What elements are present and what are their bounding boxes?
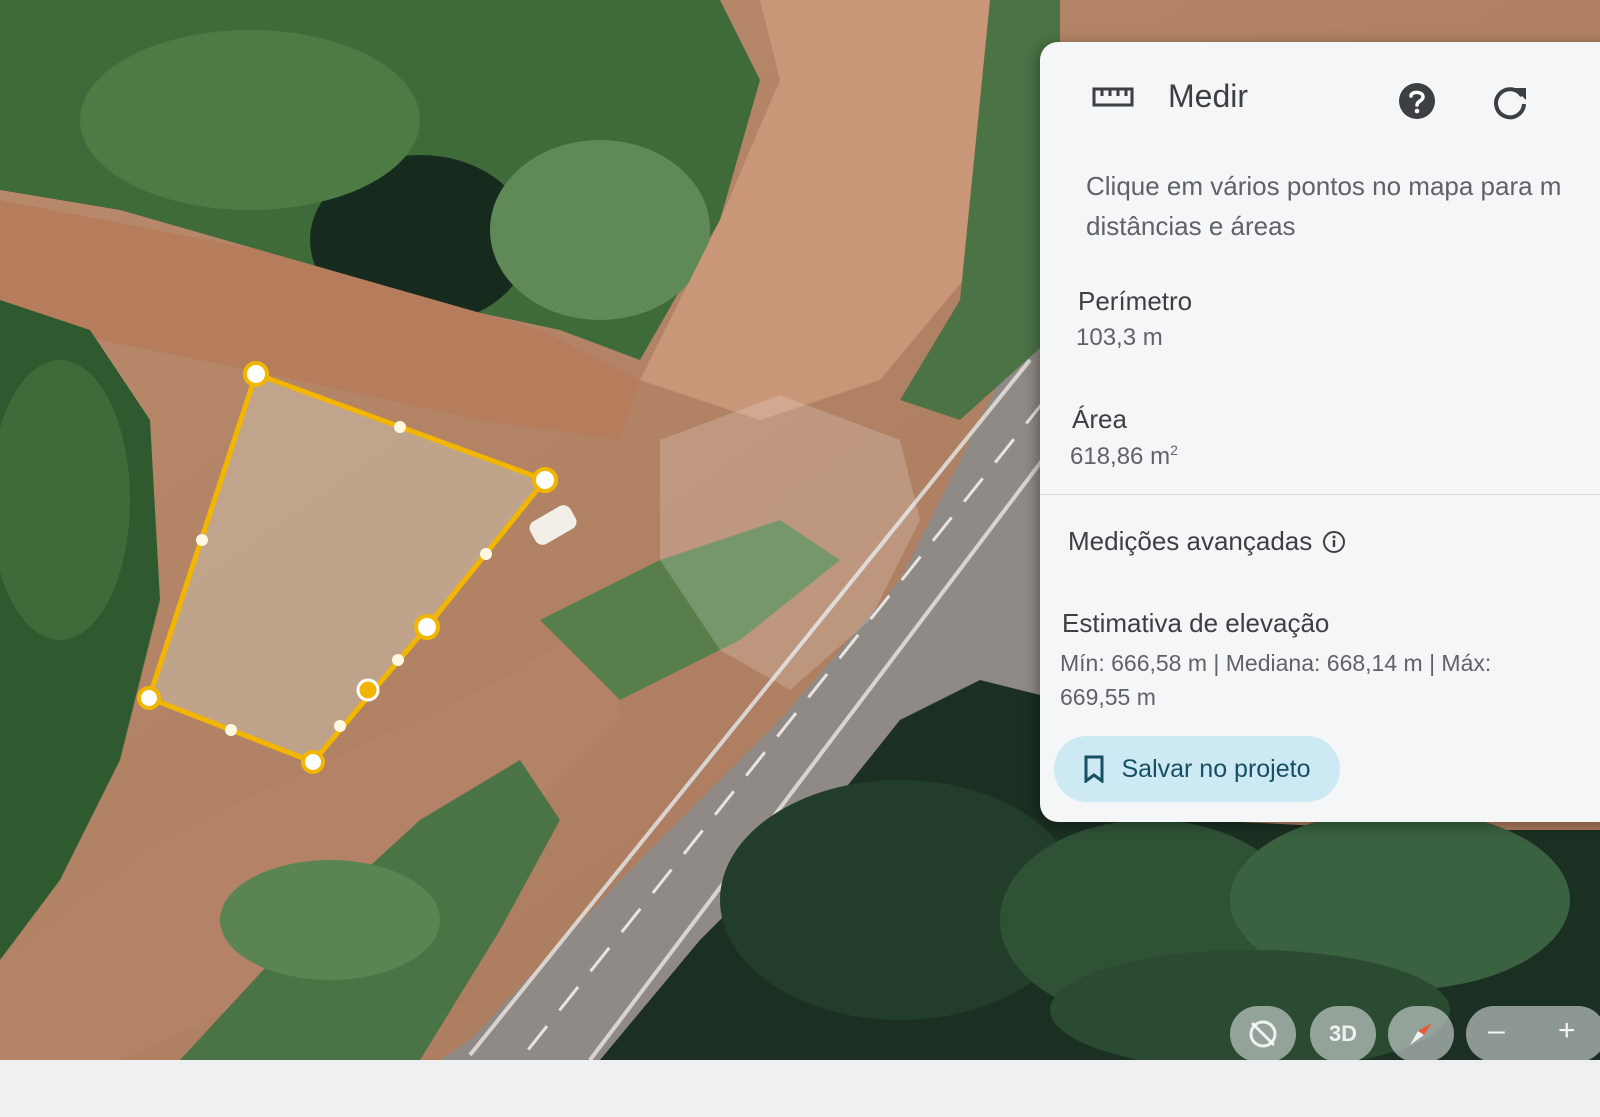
ruler-icon	[1092, 87, 1134, 107]
perimeter-value: 103,3 m	[1076, 324, 1163, 351]
area-unit-exponent: 2	[1170, 442, 1178, 458]
help-icon[interactable]	[1398, 82, 1436, 120]
area-value: 618,86 m	[1070, 443, 1171, 470]
screen-bottom-edge	[0, 1060, 1600, 1117]
save-to-project-label: Salvar no projeto	[1121, 754, 1311, 783]
elevation-values-line2: 669,55 m	[1060, 684, 1156, 710]
panel-header: Medir	[1040, 42, 1600, 152]
area-value-wrap: 618,86 m2	[1070, 442, 1178, 471]
elevation-values-line1: Mín: 666,58 m | Mediana: 668,14 m | Máx:	[1060, 650, 1492, 676]
zoom-in-button[interactable]: +	[1558, 1014, 1576, 1048]
hide-layer-button[interactable]	[1230, 1006, 1296, 1062]
refresh-icon[interactable]	[1490, 82, 1530, 122]
advanced-measurements[interactable]: Medições avançadas	[1068, 526, 1346, 557]
advanced-measurements-label: Medições avançadas	[1068, 526, 1313, 556]
area-label: Área	[1072, 404, 1127, 434]
measure-panel: Medir Clique em vários pontos no mapa pa…	[1040, 42, 1600, 822]
three-d-label: 3D	[1328, 1021, 1358, 1046]
elevation-title: Estimativa de elevação	[1062, 608, 1330, 638]
zoom-controls: – +	[1466, 1006, 1600, 1062]
measure-hint: Clique em vários pontos no mapa para m d…	[1086, 166, 1600, 246]
elevation-values: Mín: 666,58 m | Mediana: 668,14 m | Máx:…	[1060, 646, 1600, 714]
compass-button[interactable]	[1388, 1006, 1454, 1062]
measure-hint-line1: Clique em vários pontos no mapa para m	[1086, 171, 1562, 201]
save-to-project-button[interactable]: Salvar no projeto	[1054, 736, 1340, 802]
measure-hint-line2: distâncias e áreas	[1086, 211, 1296, 241]
perimeter-label: Perímetro	[1078, 286, 1193, 316]
info-icon[interactable]	[1322, 530, 1346, 554]
zoom-out-button[interactable]: –	[1488, 1014, 1505, 1048]
panel-title: Medir	[1168, 78, 1249, 114]
compass-icon	[1410, 1023, 1432, 1045]
bookmark-icon	[1084, 755, 1104, 783]
hide-layer-icon	[1249, 1020, 1277, 1048]
three-d-button[interactable]: 3D	[1310, 1006, 1376, 1062]
panel-divider	[1040, 494, 1600, 495]
